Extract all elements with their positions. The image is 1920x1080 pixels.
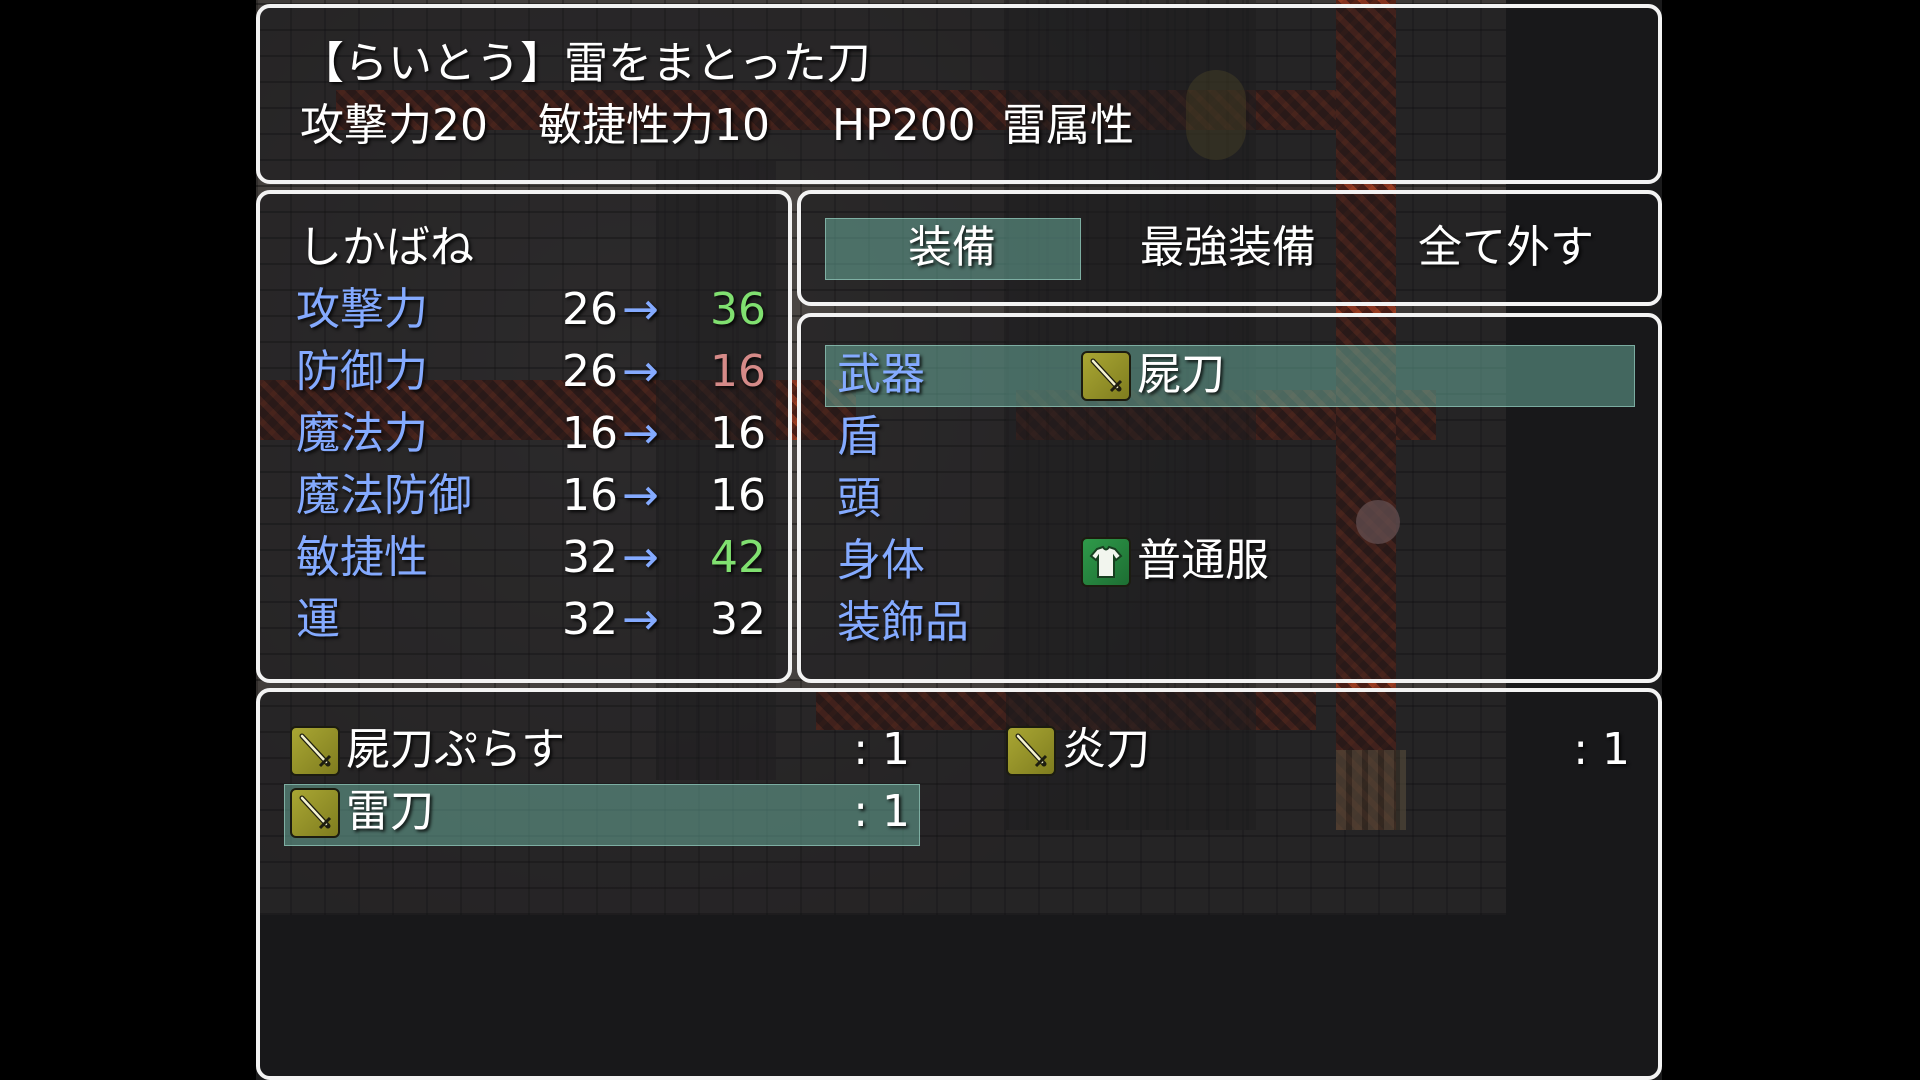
item-count: : 1	[1573, 724, 1630, 775]
param-new-magic-defense: 16	[710, 470, 766, 521]
param-current-magic-attack: 16	[562, 408, 618, 459]
command-clear[interactable]: 全て外す	[1379, 220, 1633, 276]
help-window: 【らいとう】雷をまとった刀 攻撃力20 敏捷性力10 HP200 雷属性	[256, 4, 1662, 184]
param-current-agility: 32	[562, 532, 618, 583]
command-optimize[interactable]: 最強装備	[1101, 220, 1355, 276]
param-new-magic-attack: 16	[710, 408, 766, 459]
param-current-defense: 26	[562, 346, 618, 397]
arrow-icon: →	[622, 594, 659, 645]
sword-icon	[1006, 726, 1056, 776]
param-label-defense: 防御力	[296, 346, 428, 397]
param-label-magic-attack: 魔法力	[296, 408, 428, 459]
slot-cursor	[825, 345, 1635, 407]
param-current-magic-defense: 16	[562, 470, 618, 521]
item-stat-attack: 攻撃力20	[300, 100, 488, 151]
slot-label-accessory[interactable]: 装飾品	[837, 595, 969, 651]
slot-item-body: 普通服	[1137, 535, 1269, 586]
param-current-luck: 32	[562, 594, 618, 645]
slot-label-body[interactable]: 身体	[837, 533, 925, 589]
slot-item-weapon: 屍刀	[1137, 349, 1225, 400]
param-new-agility: 42	[710, 532, 766, 583]
param-current-attack: 26	[562, 284, 618, 335]
item-stat-hp: HP200	[832, 100, 976, 151]
slot-label-shield[interactable]: 盾	[837, 409, 881, 465]
param-label-magic-defense: 魔法防御	[296, 470, 472, 521]
actor-name: しかばね	[298, 222, 474, 273]
item-count: : 1	[853, 786, 910, 837]
item-count: : 1	[853, 724, 910, 775]
clothes-icon	[1081, 537, 1131, 587]
arrow-icon: →	[622, 532, 659, 583]
arrow-icon: →	[622, 346, 659, 397]
item-window: 屍刀ぷらす : 1 炎刀 : 1 雷刀 : 1	[256, 688, 1662, 1080]
slot-label-head[interactable]: 頭	[837, 471, 881, 527]
item-stat-agility: 敏捷性力10	[538, 100, 770, 151]
item-name[interactable]: 屍刀ぷらす	[346, 722, 565, 778]
item-name[interactable]: 炎刀	[1062, 722, 1150, 778]
item-title: 【らいとう】雷をまとった刀	[300, 38, 871, 89]
param-new-attack: 36	[710, 284, 766, 335]
param-label-luck: 運	[296, 594, 340, 645]
slot-window: 武器 屍刀 盾 頭 身体 普通服 装飾品	[797, 313, 1662, 683]
sword-icon	[290, 788, 340, 838]
arrow-icon: →	[622, 408, 659, 459]
param-label-agility: 敏捷性	[296, 532, 428, 583]
slot-label-weapon[interactable]: 武器	[837, 347, 925, 403]
param-new-luck: 32	[710, 594, 766, 645]
item-name[interactable]: 雷刀	[346, 784, 434, 840]
arrow-icon: →	[622, 470, 659, 521]
param-label-attack: 攻撃力	[296, 284, 428, 335]
item-stat-element: 雷属性	[1002, 100, 1134, 151]
sword-icon	[1081, 351, 1131, 401]
arrow-icon: →	[622, 284, 659, 335]
command-window: 装備 最強装備 全て外す	[797, 190, 1662, 306]
status-window: しかばね 攻撃力 26 → 36 防御力 26 → 16 魔法力 16 → 16…	[256, 190, 792, 683]
sword-icon	[290, 726, 340, 776]
param-new-defense: 16	[710, 346, 766, 397]
command-equip[interactable]: 装備	[825, 220, 1079, 276]
